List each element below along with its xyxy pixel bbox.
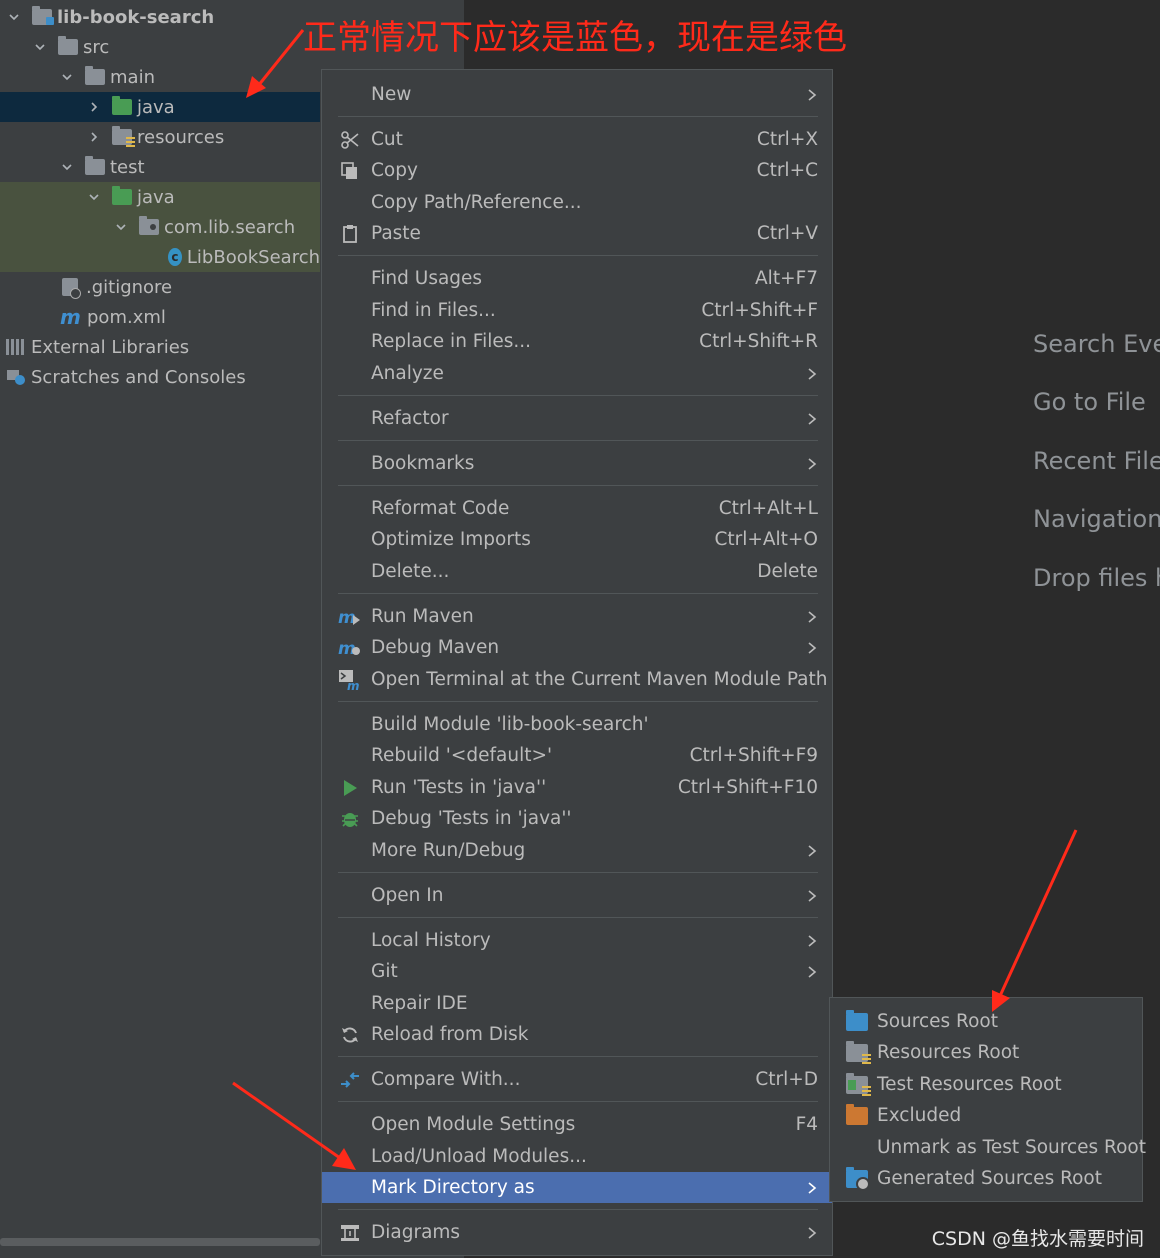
annotation-arrow-bottom-right <box>992 829 1078 1012</box>
annotation-arrow-top <box>246 29 305 98</box>
annotation-arrows <box>232 29 1078 1170</box>
watermark: CSDN @鱼找水需要时间 <box>931 1228 1144 1250</box>
annotation-arrow-bottom-left <box>232 1081 356 1170</box>
